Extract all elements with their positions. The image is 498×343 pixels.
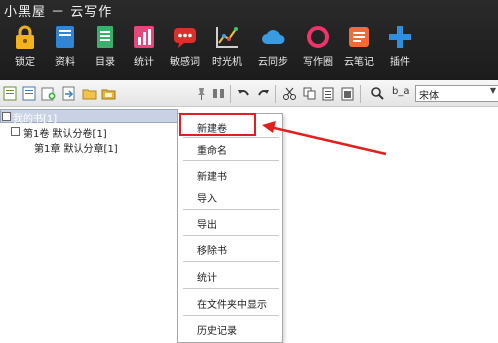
annotation-arrow <box>262 121 387 156</box>
